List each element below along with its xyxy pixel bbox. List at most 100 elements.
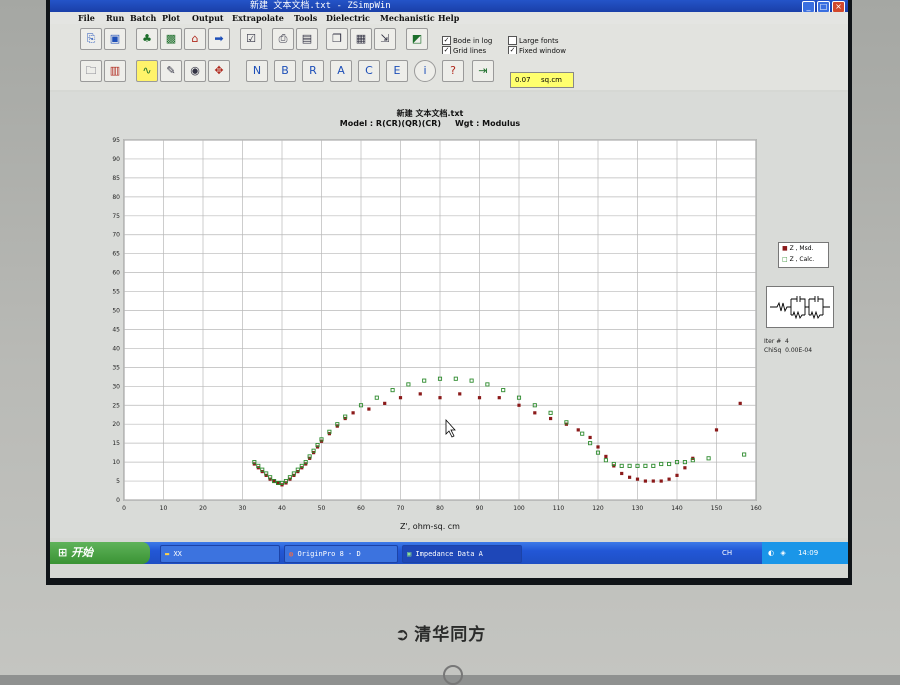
y-tick-label: 75 (112, 213, 120, 220)
arrow-right-icon[interactable]: ➡ (208, 28, 230, 50)
window-title-bar[interactable]: 新建 文本文档.txt - ZSimpWin _ □ × (50, 0, 848, 13)
equivalent-circuit-diagram (766, 286, 834, 328)
x-tick-label: 140 (671, 505, 683, 512)
menu-file[interactable]: File (78, 12, 95, 24)
help-icon[interactable]: ? (442, 60, 464, 82)
menu-mechanistic[interactable]: Mechanistic (380, 12, 435, 24)
chart-icon[interactable]: ◩ (406, 28, 428, 50)
capacitance-icon[interactable]: C (358, 60, 380, 82)
admittance-icon[interactable]: A (330, 60, 352, 82)
windows-logo-icon: ⊞ (58, 546, 68, 559)
data-point-measured (628, 475, 632, 479)
real-imag-icon[interactable]: R (302, 60, 324, 82)
report-icon[interactable]: ▤ (296, 28, 318, 50)
x-tick-label: 60 (357, 505, 365, 512)
save-icon[interactable]: ▣ (104, 28, 126, 50)
y-tick-label: 95 (112, 137, 120, 144)
batch-icon[interactable]: ▩ (160, 28, 182, 50)
copy-icon[interactable]: ❐ (326, 28, 348, 50)
task-origin[interactable]: ◍ OriginPro 8 - D (284, 545, 398, 563)
menu-dielectric[interactable]: Dielectric (326, 12, 370, 24)
monitor-brand-logo: ➲ 清华同方 (395, 620, 486, 645)
edit-icon[interactable]: ✎ (160, 60, 182, 82)
x-tick-label: 90 (476, 505, 484, 512)
checkbox-bode-in-log[interactable]: ✓ Bode in log (442, 36, 492, 45)
nyquist-icon[interactable]: N (246, 60, 268, 82)
y-tick-label: 0 (116, 497, 120, 504)
task-explorer[interactable]: ▬ XX (160, 545, 280, 563)
iter-value: 4 (785, 338, 789, 345)
start-button[interactable]: ⊞ 开始 (50, 542, 150, 564)
data-point-measured (517, 403, 521, 407)
run-icon[interactable]: ♣ (136, 28, 158, 50)
area-input[interactable]: 0.07 sq.cm (510, 72, 574, 88)
x-tick-label: 150 (711, 505, 723, 512)
eye-icon[interactable]: ◉ (184, 60, 206, 82)
home-icon[interactable]: ⌂ (184, 28, 206, 50)
paste-icon[interactable]: ▦ (350, 28, 372, 50)
menu-help[interactable]: Help (438, 12, 459, 24)
checklist-icon[interactable]: ☑ (240, 28, 262, 50)
folder-icon[interactable]: 🗀 (80, 60, 102, 82)
y-tick-label: 30 (112, 383, 120, 390)
network-icon[interactable]: ◈ (780, 549, 785, 557)
export-icon[interactable]: ⇲ (374, 28, 396, 50)
y-tick-label: 65 (112, 251, 120, 258)
data-point-measured (533, 411, 537, 415)
y-tick-label: 40 (112, 345, 120, 352)
open-icon[interactable]: ⎘ (80, 28, 102, 50)
taskbar: ⊞ 开始 ▬ XX ◍ OriginPro 8 - D ▣ Impedance … (50, 542, 848, 564)
menu-run[interactable]: Run (106, 12, 124, 24)
disk-icon[interactable]: ▥ (104, 60, 126, 82)
bode-icon[interactable]: B (274, 60, 296, 82)
move-icon[interactable]: ✥ (208, 60, 230, 82)
print-icon[interactable]: ⎙ (272, 28, 294, 50)
x-tick-label: 50 (318, 505, 326, 512)
checkbox-box (508, 36, 517, 45)
speaker-icon[interactable]: ◐ (768, 549, 774, 557)
modulus-icon[interactable]: E (386, 60, 408, 82)
data-point-measured (620, 471, 624, 476)
menu-bar: File Run Batch Plot Output Extrapolate T… (50, 12, 848, 24)
menu-output[interactable]: Output (192, 12, 224, 24)
y-tick-label: 55 (112, 289, 120, 296)
x-tick-label: 30 (239, 505, 247, 512)
desktop: 新建 文本文档.txt - ZSimpWin _ □ × File Run Ba… (50, 0, 848, 578)
y-tick-label: 15 (112, 440, 120, 447)
checkbox-large-fonts[interactable]: Large fonts (508, 36, 559, 45)
waveform-icon[interactable]: ∿ (136, 60, 158, 82)
menu-extrapolate[interactable]: Extrapolate (232, 12, 284, 24)
exit-icon[interactable]: ⇥ (472, 60, 494, 82)
menu-plot[interactable]: Plot (162, 12, 180, 24)
language-indicator[interactable]: CH (722, 542, 732, 564)
brand-logo-icon: ➲ (395, 625, 411, 645)
info-icon[interactable]: i (414, 60, 436, 82)
chart-subtitle: Model : R(CR)(QR)(CR) Wgt : Modulus (340, 119, 521, 128)
data-point-measured (576, 428, 580, 432)
x-tick-label: 0 (122, 505, 126, 512)
power-button[interactable] (443, 665, 463, 685)
nyquist-chart[interactable]: 05101520253035404550556065707580859095 0… (50, 92, 848, 538)
x-tick-label: 160 (750, 505, 762, 512)
checkbox-label: Bode in log (453, 36, 493, 45)
menu-batch[interactable]: Batch (130, 12, 156, 24)
clock[interactable]: 14:09 (798, 549, 818, 557)
data-point-measured (418, 392, 422, 396)
x-tick-label: 70 (397, 505, 405, 512)
origin-icon: ◍ (289, 550, 294, 558)
data-point-measured (667, 477, 671, 481)
legend-item-calculated: □ Z , Calc. (782, 256, 815, 263)
y-tick-label: 80 (112, 194, 120, 201)
task-label: OriginPro 8 - D (297, 550, 361, 558)
folder-icon: ▬ (165, 550, 170, 558)
x-tick-label: 130 (632, 505, 644, 512)
task-zsimpwin[interactable]: ▣ Impedance Data A (402, 545, 522, 563)
data-point-measured (683, 466, 687, 470)
data-point-measured (276, 481, 280, 485)
chisq-label: ChiSq (764, 347, 782, 354)
data-point-measured (549, 416, 553, 421)
data-point-measured (596, 445, 600, 449)
menu-tools[interactable]: Tools (294, 12, 317, 24)
monitor-screen: 新建 文本文档.txt - ZSimpWin _ □ × File Run Ba… (46, 0, 852, 585)
data-point-measured (398, 396, 403, 400)
